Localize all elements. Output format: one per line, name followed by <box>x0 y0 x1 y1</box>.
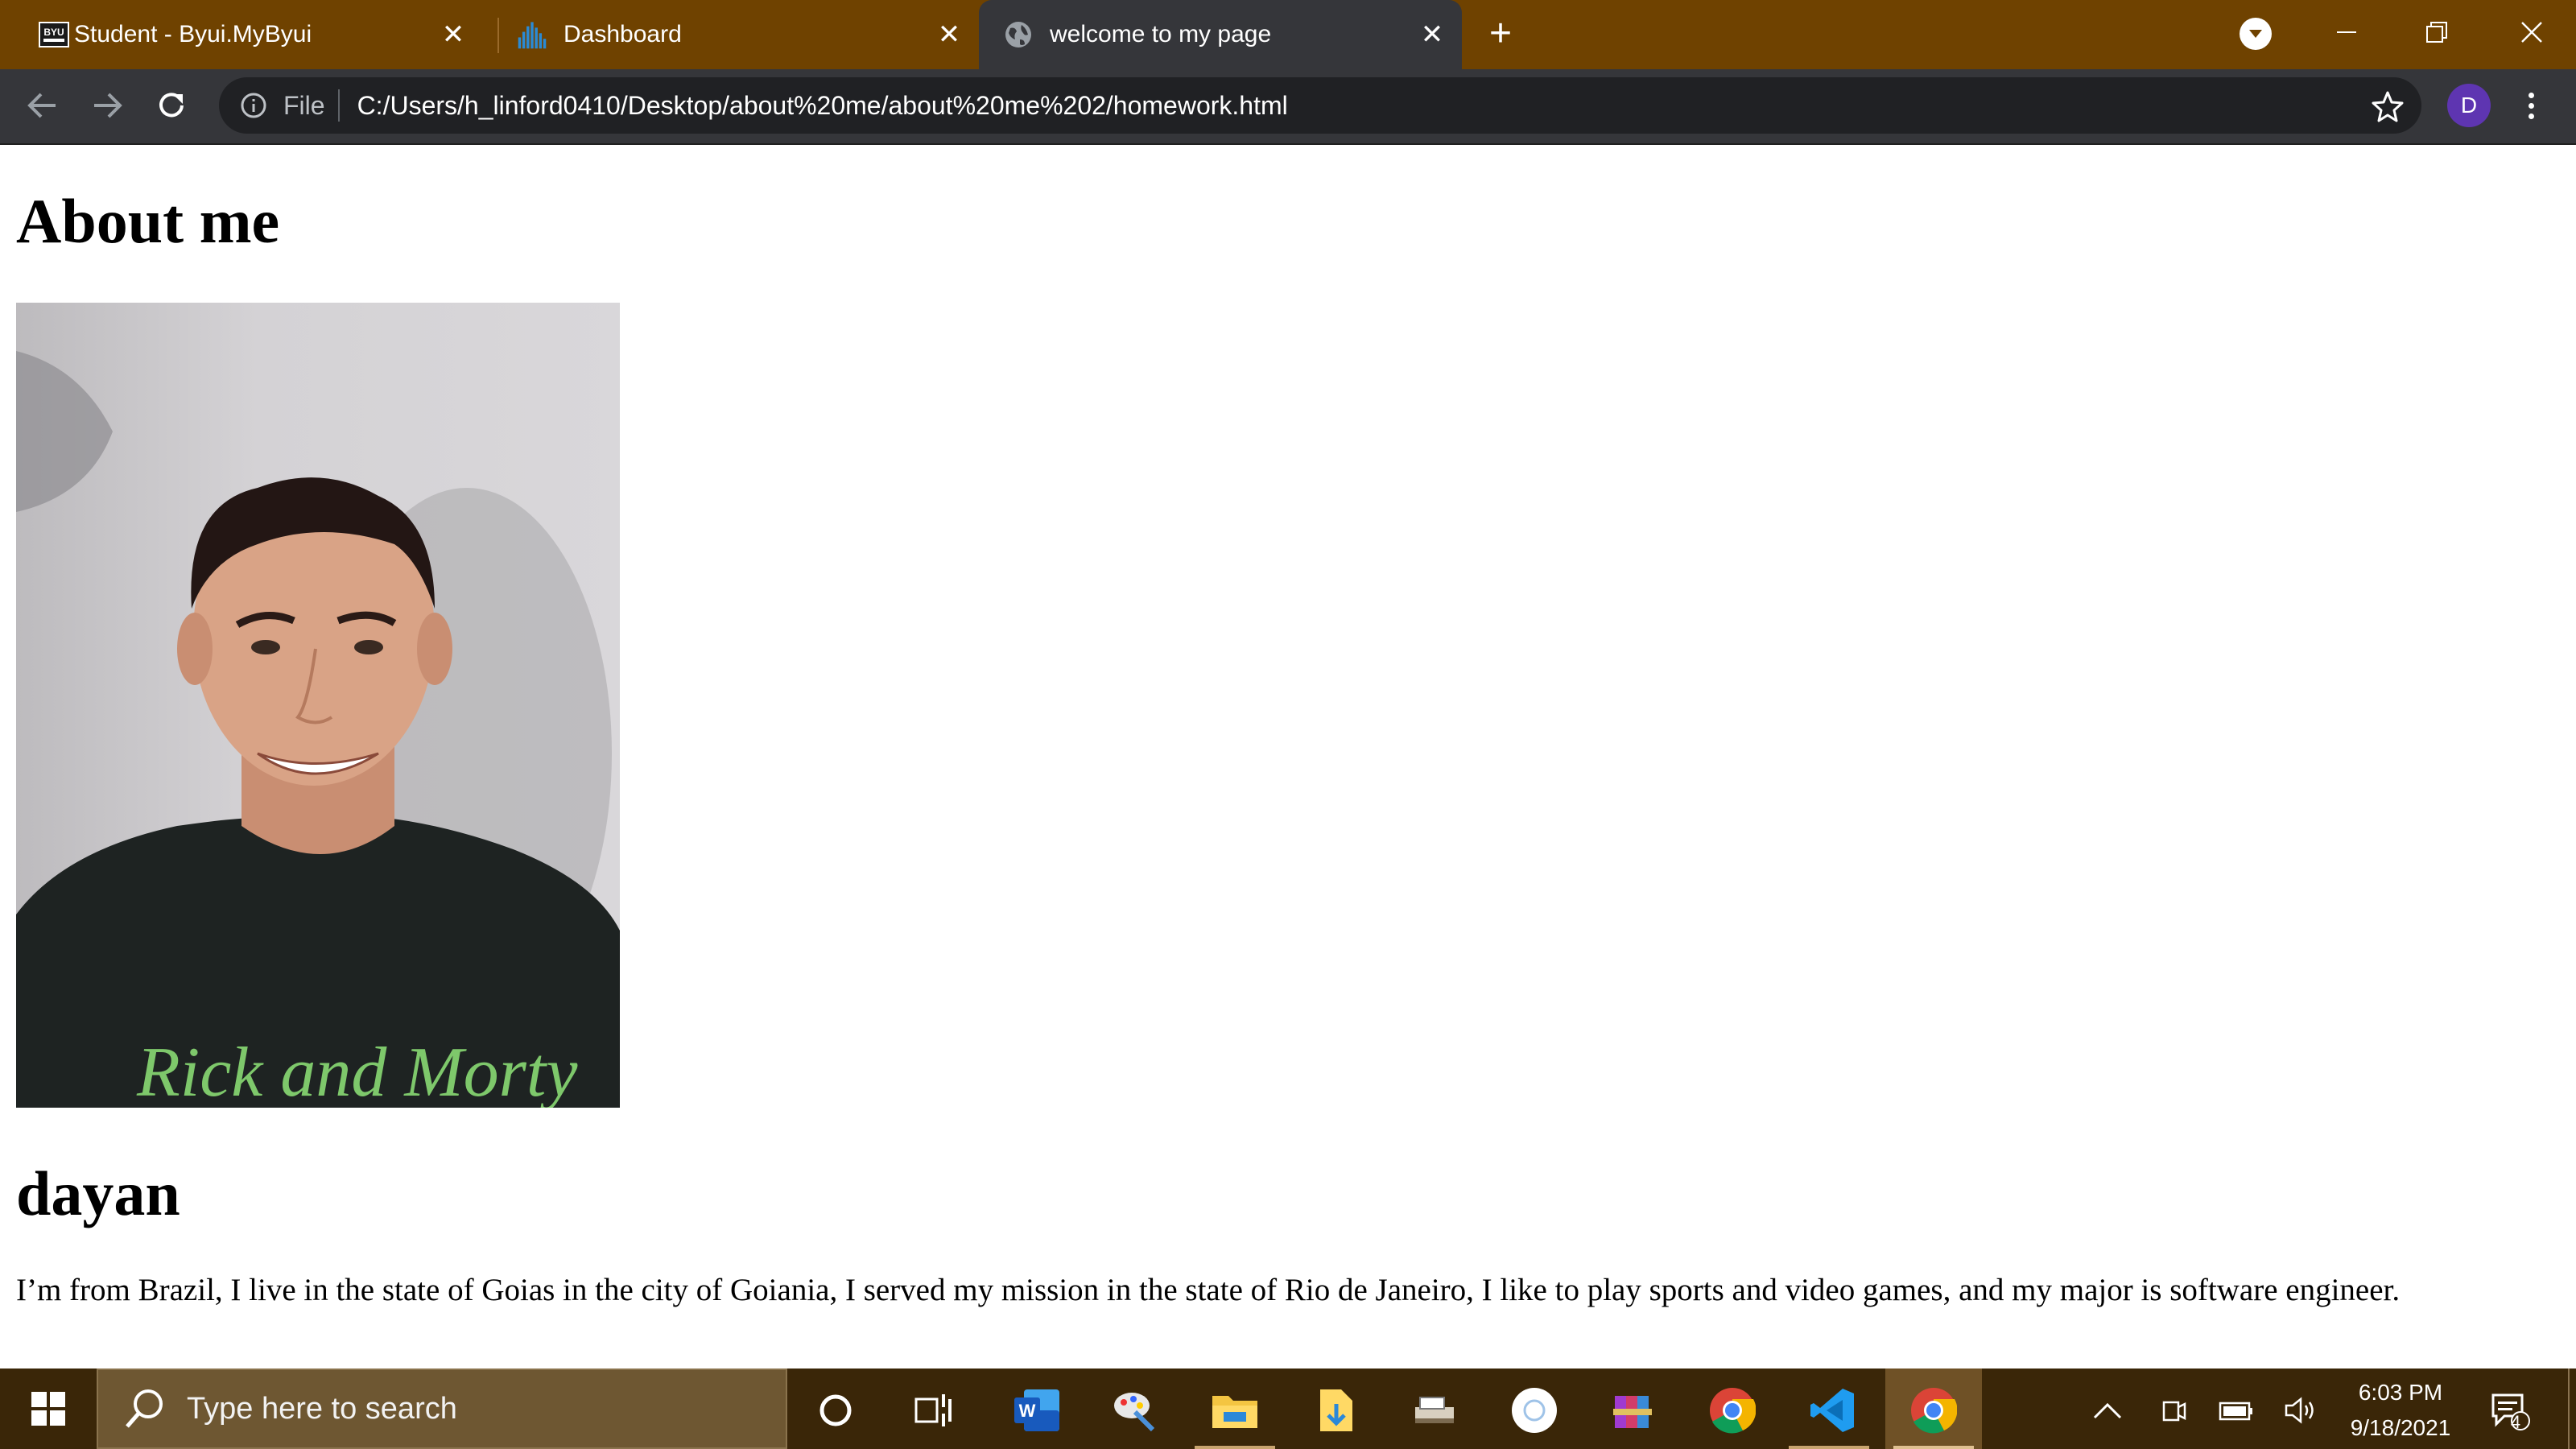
address-bar[interactable]: File C:/Users/h_linford0410/Desktop/abou… <box>219 77 2421 134</box>
close-window-button[interactable] <box>2487 0 2576 64</box>
browser-toolbar: File C:/Users/h_linford0410/Desktop/abou… <box>0 69 2576 145</box>
running-indicator <box>1789 1446 1869 1449</box>
windows-taskbar: Type here to search W 6:03 PM 9/18/2021 … <box>0 1368 2576 1449</box>
reload-button[interactable] <box>151 85 192 126</box>
new-tab-button[interactable]: + <box>1481 14 1520 55</box>
restore-button[interactable] <box>2392 0 2481 64</box>
globe-icon <box>1003 19 1034 50</box>
url-text[interactable]: C:/Users/h_linford0410/Desktop/about%20m… <box>357 91 1288 121</box>
bio-paragraph: I’m from Brazil, I live in the state of … <box>16 1273 2401 1307</box>
tab-welcome[interactable]: welcome to my page ✕ <box>979 0 1462 69</box>
forward-button[interactable] <box>87 85 127 126</box>
page-heading: About me <box>16 186 280 256</box>
file-explorer-icon[interactable] <box>1209 1385 1261 1436</box>
more-menu-icon[interactable] <box>2515 85 2547 126</box>
search-placeholder: Type here to search <box>187 1391 457 1426</box>
portrait-photo: Rick and Morty <box>16 303 620 1108</box>
scanner-icon[interactable] <box>1409 1385 1460 1436</box>
name-heading: dayan <box>16 1158 180 1228</box>
bar-chart-icon <box>517 19 547 50</box>
vscode-icon[interactable] <box>1806 1385 1858 1436</box>
tab-title: welcome to my page <box>1050 21 1272 47</box>
windows-start-icon[interactable] <box>16 1368 80 1449</box>
divider <box>337 89 340 122</box>
close-icon[interactable]: ✕ <box>438 19 469 50</box>
taskbar-search-box[interactable]: Type here to search <box>97 1368 787 1449</box>
cortana-icon[interactable] <box>810 1385 861 1436</box>
clock-date[interactable]: 9/18/2021 <box>2336 1415 2465 1441</box>
volume-icon[interactable] <box>2275 1385 2326 1436</box>
info-icon[interactable] <box>240 92 267 119</box>
word-icon[interactable]: W <box>1011 1385 1063 1436</box>
tab-title: Student - Byui.MyByui <box>74 21 312 47</box>
svg-text:Rick and Morty: Rick and Morty <box>136 1034 578 1108</box>
notification-badge: 4 <box>2510 1412 2521 1432</box>
chevron-up-icon[interactable] <box>2082 1385 2133 1436</box>
app-circle-icon[interactable] <box>1509 1385 1560 1436</box>
scheme-label: File <box>283 90 325 120</box>
byu-idaho-logo-icon: BYU <box>39 19 69 50</box>
profile-avatar[interactable]: D <box>2447 84 2491 127</box>
chrome-active-icon[interactable] <box>1908 1385 1959 1436</box>
clock-time[interactable]: 6:03 PM <box>2336 1380 2465 1406</box>
task-view-icon[interactable] <box>908 1385 960 1436</box>
svg-text:BYU: BYU <box>43 27 64 38</box>
tab-title: Dashboard <box>564 21 682 47</box>
tab-search-dropdown-icon[interactable] <box>2240 18 2272 50</box>
back-button[interactable] <box>23 85 63 126</box>
close-icon[interactable]: ✕ <box>934 19 964 50</box>
search-icon <box>122 1386 167 1431</box>
show-desktop-strip[interactable] <box>2568 1368 2570 1449</box>
tab-separator <box>497 18 499 53</box>
svg-text:W: W <box>1019 1401 1036 1421</box>
running-indicator <box>1195 1446 1275 1449</box>
tab-strip: BYU Student - Byui.MyByui ✕ Dashboard ✕ <box>0 0 2576 69</box>
bookmark-star-icon[interactable] <box>2372 90 2404 122</box>
paint-icon[interactable] <box>1109 1385 1161 1436</box>
battery-icon[interactable] <box>2211 1385 2262 1436</box>
meet-now-icon[interactable] <box>2148 1385 2199 1436</box>
running-indicator <box>1893 1446 1974 1449</box>
chrome-icon[interactable] <box>1707 1385 1758 1436</box>
winrar-icon[interactable] <box>1607 1385 1658 1436</box>
close-icon[interactable]: ✕ <box>1417 19 1447 50</box>
page-content: About me Rick and Morty dayan I’m from B… <box>0 145 2576 1367</box>
downloads-folder-icon[interactable] <box>1311 1385 1362 1436</box>
tab-dashboard[interactable]: Dashboard ✕ <box>501 0 979 69</box>
tab-byui[interactable]: BYU Student - Byui.MyByui ✕ <box>0 0 483 69</box>
minimize-button[interactable] <box>2302 0 2391 64</box>
